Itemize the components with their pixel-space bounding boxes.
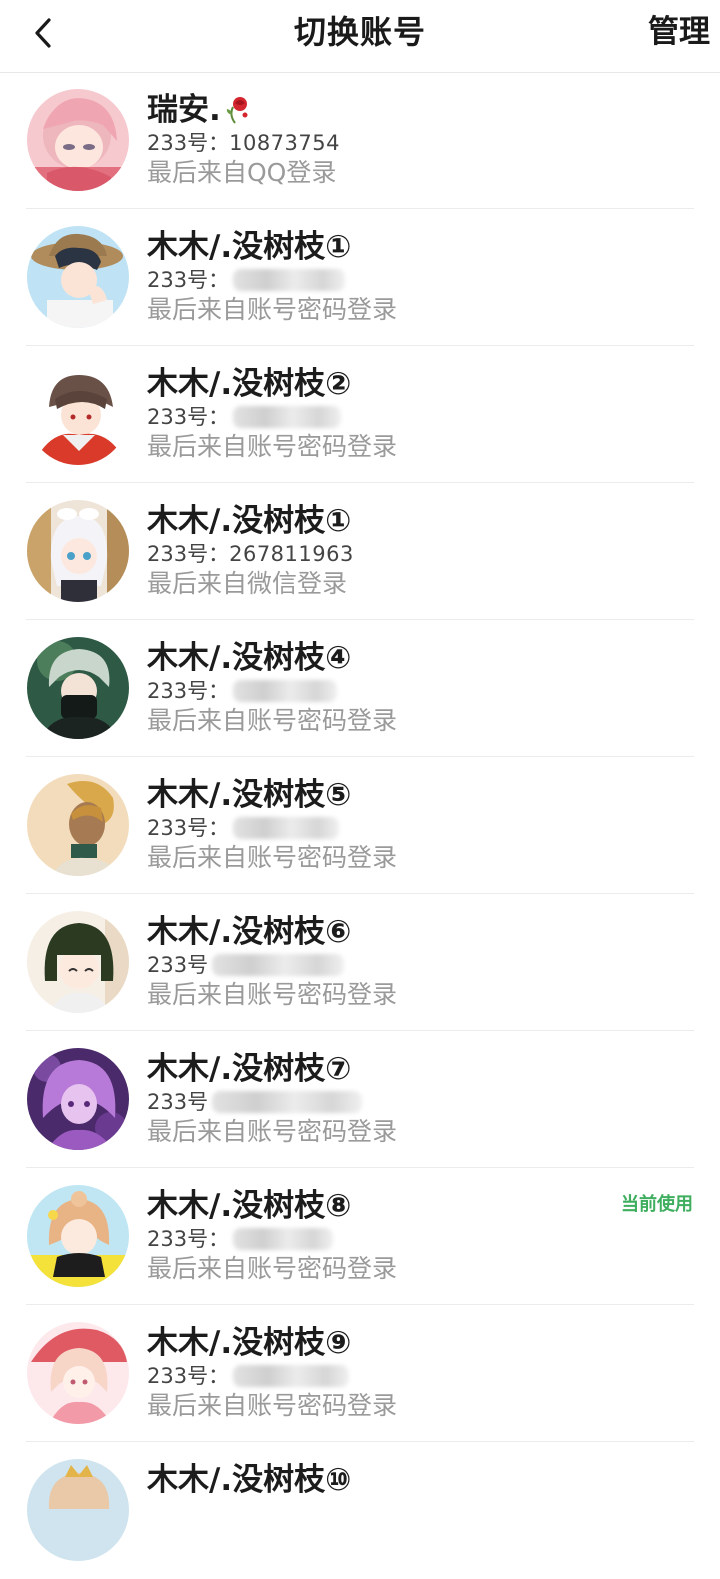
account-name: 木木/.没树枝⑨ (147, 1325, 352, 1361)
account-info: 瑞安. 233号： 10873754 最后来自QQ登录 (147, 90, 340, 190)
account-uid: 233号： 267811963 (147, 542, 354, 566)
avatar (27, 1048, 129, 1150)
account-uid: 233号： 10873754 (147, 131, 340, 155)
account-info: 木木/.没树枝④ 233号： 最后来自账号密码登录 (147, 638, 397, 738)
login-source: 最后来自账号密码登录 (147, 295, 398, 324)
page-title: 切换账号 (293, 13, 426, 51)
account-info: 木木/.没树枝⑩ (147, 1460, 351, 1500)
account-uid: 233号： (147, 1363, 397, 1389)
avatar (27, 1459, 129, 1561)
account-name: 木木/.没树枝⑧ (147, 1188, 352, 1224)
login-source: 最后来自账号密码登录 (147, 706, 398, 735)
account-uid: 233号： (147, 404, 397, 430)
avatar (27, 637, 129, 739)
masked-uid (233, 269, 346, 291)
login-source: 最后来自账号密码登录 (147, 1117, 398, 1146)
account-info: 木木/.没树枝⑥ 233号 最后来自账号密码登录 (147, 912, 397, 1012)
account-name: 木木/.没树枝① (147, 229, 352, 265)
account-uid: 233号： (147, 1226, 397, 1252)
account-name: 木木/.没树枝④ (147, 640, 352, 676)
login-source: 最后来自微信登录 (147, 569, 348, 598)
account-name: 木木/.没树枝⑥ (147, 914, 352, 950)
account-name: 瑞安. (147, 90, 340, 130)
avatar (27, 500, 129, 602)
account-name: 木木/.没树枝⑩ (147, 1462, 352, 1498)
masked-uid (233, 406, 342, 428)
account-item[interactable]: 木木/.没树枝⑤ 233号： 最后来自账号密码登录 (0, 757, 720, 894)
account-item[interactable]: 木木/.没树枝⑥ 233号 最后来自账号密码登录 (0, 894, 720, 1031)
account-info: 木木/.没树枝⑧ 233号： 最后来自账号密码登录 (147, 1186, 397, 1286)
account-item[interactable]: 木木/.没树枝① 233号： 最后来自账号密码登录 (0, 209, 720, 346)
account-info: 木木/.没树枝① 233号： 267811963 最后来自微信登录 (147, 501, 354, 601)
account-name: 木木/.没树枝② (147, 366, 352, 402)
avatar (27, 774, 129, 876)
login-source: 最后来自账号密码登录 (147, 432, 398, 461)
account-info: 木木/.没树枝② 233号： 最后来自账号密码登录 (147, 364, 397, 464)
login-source: 最后来自QQ登录 (147, 158, 337, 187)
account-info: 木木/.没树枝⑤ 233号： 最后来自账号密码登录 (147, 775, 397, 875)
login-source: 最后来自账号密码登录 (147, 843, 398, 872)
account-item[interactable]: 瑞安. 233号： 10873754 最后来自QQ登录 (0, 72, 720, 209)
account-item[interactable]: 木木/.没树枝① 233号： 267811963 最后来自微信登录 (0, 483, 720, 620)
account-list: 瑞安. 233号： 10873754 最后来自QQ登录 木木/.没树枝① 233… (0, 72, 720, 1579)
account-name: 木木/.没树枝⑤ (147, 777, 352, 813)
avatar (27, 1185, 129, 1287)
account-uid: 233号： (147, 678, 397, 704)
account-item[interactable]: 木木/.没树枝④ 233号： 最后来自账号密码登录 (0, 620, 720, 757)
account-info: 木木/.没树枝① 233号： 最后来自账号密码登录 (147, 227, 397, 327)
account-item[interactable]: 木木/.没树枝② 233号： 最后来自账号密码登录 (0, 346, 720, 483)
masked-uid (212, 1091, 363, 1113)
account-name: 木木/.没树枝① (147, 503, 352, 539)
login-source: 最后来自账号密码登录 (147, 980, 398, 1009)
login-source: 最后来自账号密码登录 (147, 1254, 398, 1283)
avatar (27, 1322, 129, 1424)
avatar (27, 226, 129, 328)
account-uid: 233号 (147, 952, 397, 978)
masked-uid (233, 817, 340, 839)
avatar (27, 911, 129, 1013)
avatar (27, 363, 129, 465)
account-info: 木木/.没树枝⑨ 233号： 最后来自账号密码登录 (147, 1323, 397, 1423)
login-source: 最后来自账号密码登录 (147, 1391, 398, 1420)
account-uid: 233号 (147, 1089, 397, 1115)
masked-uid (233, 1365, 350, 1387)
account-item[interactable]: 木木/.没树枝⑦ 233号 最后来自账号密码登录 (0, 1031, 720, 1168)
account-name: 木木/.没树枝⑦ (147, 1051, 352, 1087)
masked-uid (212, 954, 345, 976)
current-account-badge: 当前使用 (621, 1194, 693, 1215)
rose-icon (226, 97, 248, 124)
account-info: 木木/.没树枝⑦ 233号 最后来自账号密码登录 (147, 1049, 397, 1149)
account-uid: 233号： (147, 815, 397, 841)
masked-uid (233, 1228, 334, 1250)
account-item[interactable]: 木木/.没树枝⑩ (0, 1442, 720, 1579)
account-item[interactable]: 木木/.没树枝⑨ 233号： 最后来自账号密码登录 (0, 1305, 720, 1442)
account-uid: 233号： (147, 267, 397, 293)
masked-uid (233, 680, 338, 702)
account-item[interactable]: 木木/.没树枝⑧ 233号： 最后来自账号密码登录 当前使用 (0, 1168, 720, 1305)
top-bar: 切换账号 管理 (0, 0, 720, 73)
avatar (27, 89, 129, 191)
manage-button[interactable]: 管理 (648, 0, 710, 64)
